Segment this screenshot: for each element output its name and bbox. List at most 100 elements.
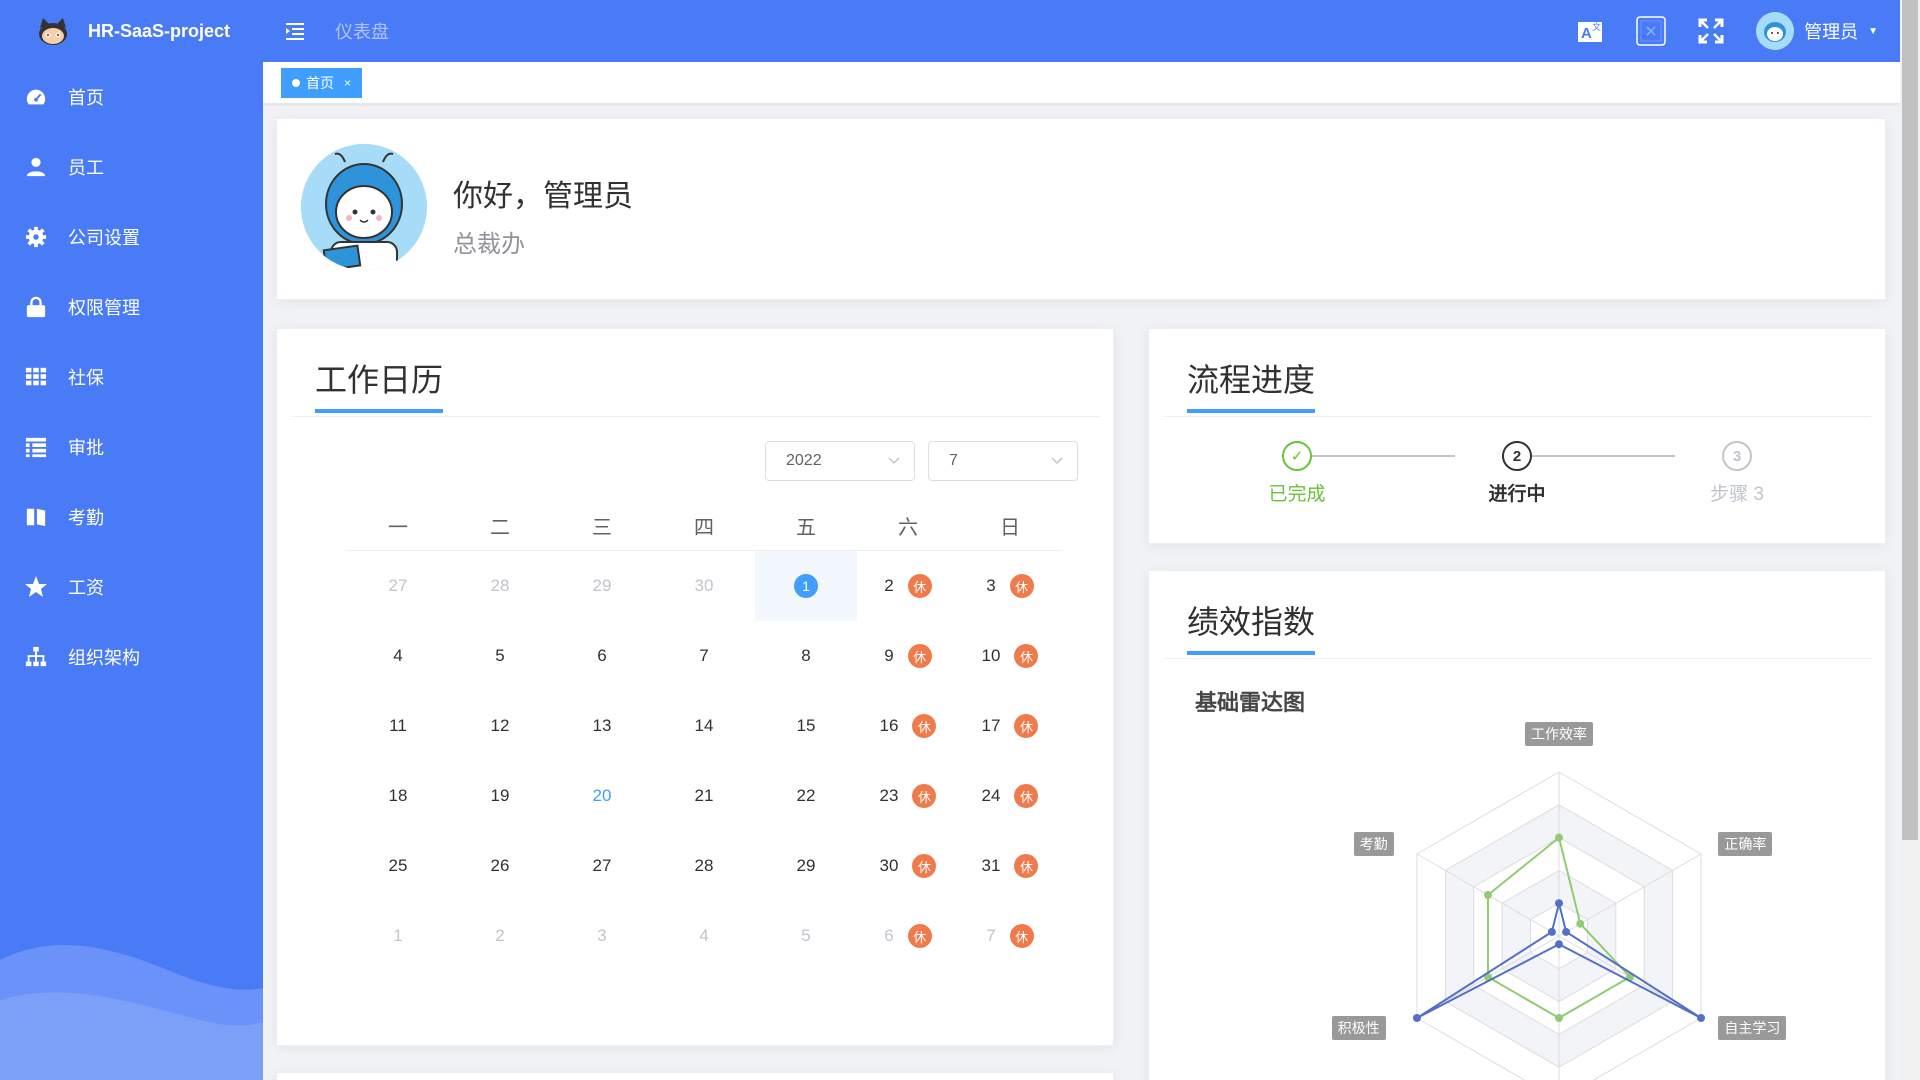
calendar-day[interactable]: 29 [755,831,857,901]
calendar-day[interactable]: 18 [347,761,449,831]
calendar-week-row: 27 28 29 30 1 2 休 3 休 [347,551,1061,621]
calendar-day[interactable]: 16 休 [857,691,959,761]
fullscreen-icon[interactable] [1696,16,1726,46]
tag-home[interactable]: 首页 × [281,68,363,98]
calendar-day[interactable]: 6 [551,621,653,691]
calendar-day[interactable]: 23 休 [857,761,959,831]
calendar-day[interactable]: 20 [551,761,653,831]
day-number: 29 [592,576,612,595]
sidebar-item-6[interactable]: 审批 [0,412,263,482]
calendar-day[interactable]: 24 休 [959,761,1061,831]
gear-icon [24,225,48,249]
calendar-day[interactable]: 26 [449,831,551,901]
breadcrumb[interactable]: 仪表盘 [335,18,389,44]
sidebar-item-4[interactable]: 权限管理 [0,272,263,342]
calendar-day[interactable]: 1 [755,551,857,621]
weekday-header: 四 [694,517,714,539]
day-number: 7 [699,646,709,665]
calendar-day[interactable]: 30 [653,551,755,621]
svg-text:A: A [1581,25,1592,42]
calendar-day[interactable]: 25 [347,831,449,901]
sidebar-item-7[interactable]: 考勤 [0,482,263,552]
calendar-day[interactable]: 29 [551,551,653,621]
calendar-day[interactable]: 4 [653,901,755,971]
sidebar-item-9[interactable]: 组织架构 [0,622,263,692]
rest-badge: 休 [912,784,937,808]
hamburger-icon[interactable] [283,19,307,43]
calendar-day[interactable]: 14 [653,691,755,761]
calendar-day[interactable]: 6休 [857,901,959,971]
calendar-day[interactable]: 28 [653,831,755,901]
translate-icon[interactable]: A 文 [1576,16,1606,46]
calendar-day[interactable]: 7休 [959,901,1061,971]
day-number: 31 [981,856,1001,875]
avatar[interactable] [1756,12,1795,50]
calendar-day[interactable]: 17 休 [959,691,1061,761]
day-number: 3 [597,926,607,945]
day-number: 4 [393,646,403,665]
calendar-title: 工作日历 [315,355,444,413]
calendar-day[interactable]: 1 [347,901,449,971]
month-select[interactable]: 7 [928,441,1078,481]
close-icon[interactable]: × [344,76,351,90]
calendar-day[interactable]: 27 [347,551,449,621]
card-header: 流程进度 [1163,329,1871,417]
calendar-day[interactable]: 13 [551,691,653,761]
day-number: 25 [388,856,408,875]
day-number: 5 [495,646,505,665]
calendar-day[interactable]: 5 [449,621,551,691]
star-icon [24,575,48,599]
book-icon [24,505,48,529]
table-icon [24,365,48,389]
year-select[interactable]: 2022 [765,441,915,481]
sidebar-item-3[interactable]: 公司设置 [0,202,263,272]
calendar-day[interactable]: 21 [653,761,755,831]
sidebar-item-8[interactable]: 工资 [0,552,263,622]
calendar-day[interactable]: 2休 [857,551,959,621]
step-1: ✓ 已完成 [1237,441,1357,506]
calendar-day[interactable]: 3休 [959,551,1061,621]
calendar-day[interactable]: 28 [449,551,551,621]
user-name[interactable]: 管理员 [1804,18,1858,44]
day-number: 28 [694,856,714,875]
app-title: HR-SaaS-project [88,20,231,41]
theme-picker-icon[interactable] [1636,16,1666,46]
calendar-day[interactable]: 12 [449,691,551,761]
day-number: 6 [597,646,607,665]
sidebar-item-label: 社保 [68,368,104,388]
day-number: 10 [981,646,1001,665]
calendar-day[interactable]: 10 休 [959,621,1061,691]
calendar-day[interactable]: 5 [755,901,857,971]
rest-badge: 休 [1014,714,1039,738]
day-number: 6 [884,926,894,945]
calendar-day[interactable]: 15 [755,691,857,761]
day-number: 28 [490,576,510,595]
day-number: 24 [981,786,1001,805]
calendar-day[interactable]: 9休 [857,621,959,691]
calendar-day[interactable]: 7 [653,621,755,691]
day-number: 13 [592,716,612,735]
sidebar-item-2[interactable]: 员工 [0,132,263,202]
day-number: 15 [796,716,816,735]
scrollbar-thumb[interactable] [1902,0,1918,840]
calendar-day[interactable]: 27 [551,831,653,901]
sidebar: HR-SaaS-project 首页 员工 公司设置权限管理社保审批 考勤 工资 组织架构 [0,0,263,1080]
calendar-day[interactable]: 22 [755,761,857,831]
sidebar-item-1[interactable]: 首页 [0,62,263,132]
day-number: 23 [879,786,899,805]
month-value: 7 [949,452,958,469]
calendar-day[interactable]: 11 [347,691,449,761]
scrollbar[interactable] [1900,0,1920,1080]
calendar-day[interactable]: 19 [449,761,551,831]
calendar-day[interactable]: 2 [449,901,551,971]
sidebar-item-5[interactable]: 社保 [0,342,263,412]
calendar-day[interactable]: 3 [551,901,653,971]
caret-down-icon[interactable]: ▼ [1868,26,1878,37]
app-logo[interactable]: HR-SaaS-project [0,0,263,62]
calendar-day[interactable]: 31 休 [959,831,1061,901]
calendar-day[interactable]: 4 [347,621,449,691]
calendar-day[interactable]: 30 休 [857,831,959,901]
calendar-day[interactable]: 8 [755,621,857,691]
step-label: 步骤 3 [1710,484,1764,505]
sidebar-item-label: 权限管理 [68,298,140,318]
